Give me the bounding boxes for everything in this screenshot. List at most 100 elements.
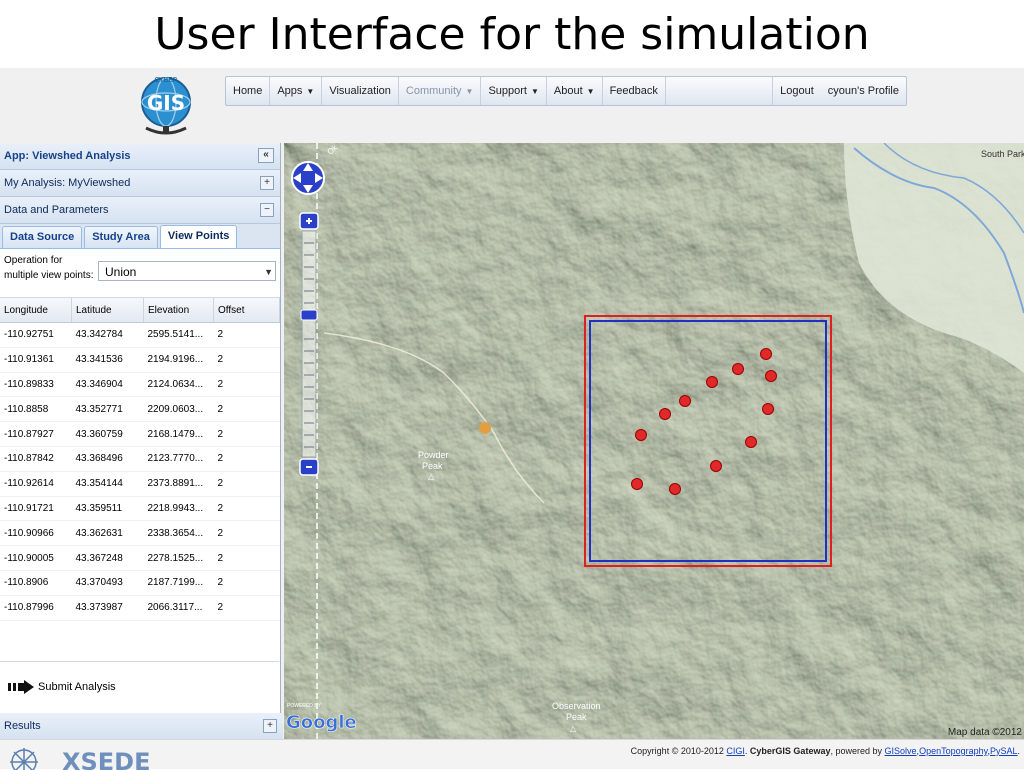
nav-home[interactable]: Home: [226, 77, 271, 105]
xsede-star-icon: [10, 748, 38, 770]
col-elevation[interactable]: Elevation: [143, 298, 214, 323]
nav-visualization[interactable]: Visualization: [322, 77, 399, 105]
app-title: App: Viewshed Analysis: [4, 150, 131, 162]
operation-label: Operation for multiple view points:: [4, 255, 94, 281]
table-row[interactable]: -110.90966 43.362631 2338.3654... 2: [0, 520, 280, 547]
my-analysis-label: My Analysis: MyViewshed: [4, 177, 131, 189]
view-point-marker[interactable]: [765, 370, 777, 382]
table-row[interactable]: -110.87996 43.373987 2066.3117... 2: [0, 595, 280, 621]
my-analysis-header[interactable]: My Analysis: MyViewshed +: [0, 170, 280, 197]
table-row[interactable]: -110.92751 43.342784 2595.5141... 2: [0, 322, 280, 348]
table-cell: -110.87996: [0, 595, 72, 621]
operation-value: Union: [105, 265, 137, 279]
map-label-observation-peak: Peak: [566, 712, 587, 722]
view-point-marker[interactable]: [706, 376, 718, 388]
view-points-table: Longitude Latitude Elevation Offset -110…: [0, 298, 280, 621]
logo-arc-text: CYBER: [154, 76, 177, 84]
table-cell: 2: [213, 545, 280, 571]
table-row[interactable]: -110.91361 43.341536 2194.9196... 2: [0, 347, 280, 373]
table-cell: 2124.0634...: [143, 372, 214, 398]
tab-study-area[interactable]: Study Area: [84, 226, 158, 248]
table-header-row: Longitude Latitude Elevation Offset: [0, 298, 280, 323]
collapse-icon[interactable]: −: [260, 203, 274, 217]
data-params-header[interactable]: Data and Parameters −: [0, 197, 280, 224]
table-cell: 43.341536: [71, 347, 144, 373]
table-cell: 43.359511: [71, 496, 144, 522]
nav-apps[interactable]: Apps ▼: [270, 77, 323, 105]
caret-down-icon: ▼: [530, 87, 539, 96]
view-point-marker[interactable]: [631, 478, 643, 490]
pysal-link[interactable]: PySAL: [990, 746, 1018, 756]
table-row[interactable]: -110.90005 43.367248 2278.1525... 2: [0, 545, 280, 571]
table-cell: 2187.7199...: [143, 570, 214, 596]
table-cell: 43.342784: [71, 322, 144, 348]
table-row[interactable]: -110.92614 43.354144 2373.8891... 2: [0, 471, 280, 497]
table-cell: -110.92751: [0, 322, 72, 348]
terrain-map[interactable]: South Park Powder Peak △ Observation Pea…: [284, 143, 1024, 739]
gisolve-link[interactable]: GISolve: [885, 746, 917, 756]
table-cell: 2168.1479...: [143, 421, 214, 447]
nav-support[interactable]: Support ▼: [481, 77, 547, 105]
table-cell: -110.91361: [0, 347, 72, 373]
nav-community[interactable]: Community ▼: [399, 77, 482, 105]
view-point-marker[interactable]: [762, 403, 774, 415]
app-title-header: App: Viewshed Analysis «: [0, 143, 280, 170]
operation-select[interactable]: Union ▼: [98, 261, 276, 281]
table-row[interactable]: -110.87927 43.360759 2168.1479... 2: [0, 421, 280, 447]
copyright-prefix: Copyright © 2010-2012: [630, 746, 724, 756]
pan-control[interactable]: [291, 161, 325, 195]
view-point-marker[interactable]: [679, 395, 691, 407]
collapse-panel-icon[interactable]: «: [258, 148, 274, 163]
view-point-marker[interactable]: [710, 460, 722, 472]
table-cell: -110.89833: [0, 372, 72, 398]
table-cell: 2194.9196...: [143, 347, 214, 373]
view-point-marker[interactable]: [635, 429, 647, 441]
nav-feedback[interactable]: Feedback: [603, 77, 666, 105]
google-logo[interactable]: Google: [286, 712, 357, 734]
view-point-marker[interactable]: [745, 436, 757, 448]
map-label-observation: Observation: [552, 701, 601, 711]
caret-down-icon: ▼: [306, 87, 315, 96]
expand-icon[interactable]: +: [260, 176, 274, 190]
view-point-marker[interactable]: [669, 483, 681, 495]
table-body: -110.92751 43.342784 2595.5141... 2 -110.913…: [0, 322, 280, 621]
table-cell: 2218.9943...: [143, 496, 214, 522]
tab-data-source[interactable]: Data Source: [2, 226, 83, 248]
tab-view-points[interactable]: View Points: [159, 225, 238, 248]
caret-down-icon: ▼: [465, 87, 474, 96]
table-cell: 43.370493: [71, 570, 144, 596]
table-row[interactable]: -110.8906 43.370493 2187.7199... 2: [0, 570, 280, 596]
opentopography-link[interactable]: OpenTopography: [919, 746, 987, 756]
table-cell: 2: [213, 471, 280, 497]
zoom-slider-handle[interactable]: [300, 309, 318, 321]
view-point-marker[interactable]: [659, 408, 671, 420]
table-row[interactable]: -110.87842 43.368496 2123.7770... 2: [0, 446, 280, 472]
nav-home-label: Home: [233, 85, 263, 97]
results-header[interactable]: Results +: [0, 713, 283, 740]
view-point-marker[interactable]: [732, 363, 744, 375]
table-cell: 2209.0603...: [143, 396, 214, 423]
location-marker[interactable]: [479, 422, 491, 434]
minus-icon: [306, 466, 312, 468]
profile-link[interactable]: cyoun's Profile: [821, 77, 906, 105]
nav-about-label: About: [553, 85, 583, 97]
nav-about[interactable]: About ▼: [547, 77, 603, 105]
table-cell: -110.90005: [0, 545, 72, 571]
nav-apps-label: Apps: [277, 85, 303, 97]
logout-link[interactable]: Logout: [772, 77, 821, 105]
col-longitude[interactable]: Longitude: [0, 298, 72, 323]
table-row[interactable]: -110.89833 43.346904 2124.0634... 2: [0, 372, 280, 398]
table-cell: 2066.3117...: [143, 595, 214, 621]
expand-icon[interactable]: +: [263, 719, 277, 733]
cigi-link[interactable]: CIGI: [726, 746, 745, 756]
col-latitude[interactable]: Latitude: [71, 298, 144, 323]
table-row[interactable]: -110.91721 43.359511 2218.9943... 2: [0, 496, 280, 522]
table-cell: -110.90966: [0, 520, 72, 547]
view-point-marker[interactable]: [760, 348, 772, 360]
submit-analysis-button[interactable]: Submit Analysis: [0, 661, 279, 714]
map-canvas[interactable]: South Park Powder Peak △ Observation Pea…: [284, 143, 1024, 739]
table-row[interactable]: -110.8858 43.352771 2209.0603... 2: [0, 396, 280, 423]
xsede-text: XSEDE: [62, 748, 151, 770]
footer: XSEDE Copyright © 2010-2012 CIGI. CyberG…: [0, 739, 1024, 770]
col-offset[interactable]: Offset: [213, 298, 280, 323]
